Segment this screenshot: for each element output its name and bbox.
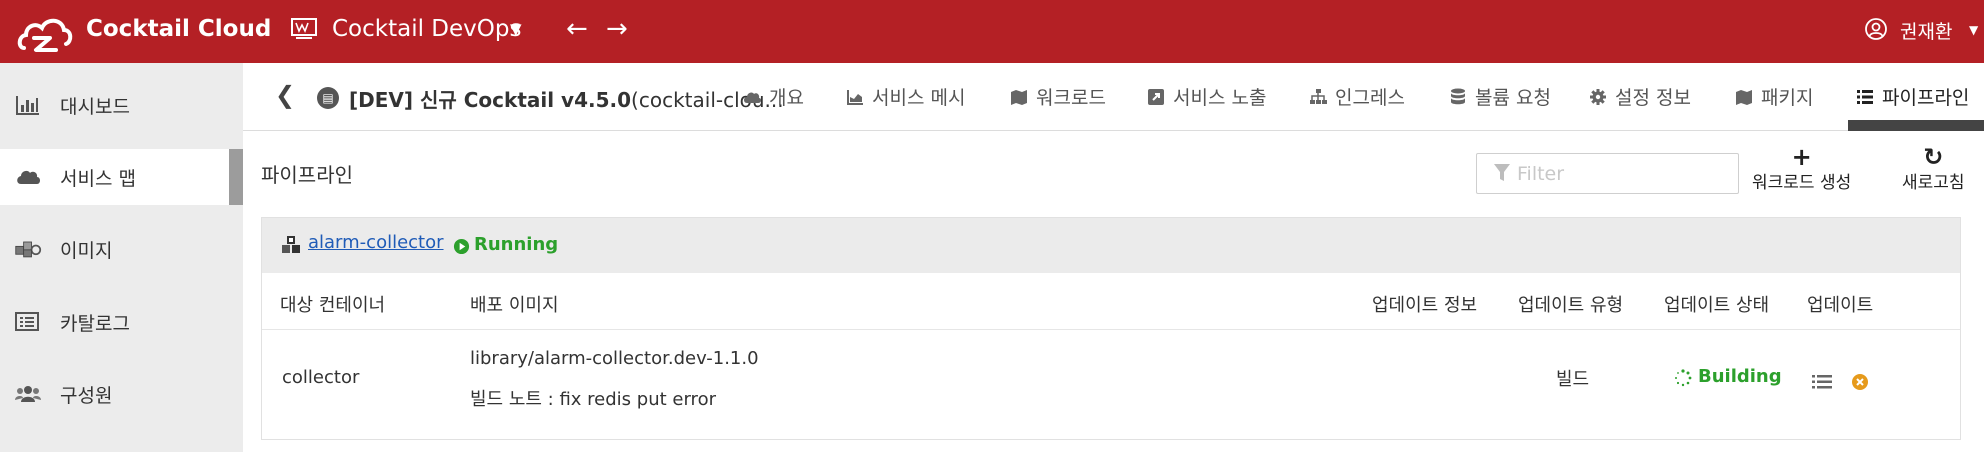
filter-input[interactable] [1517,160,1727,188]
tab-label: 볼륨 요청 [1475,87,1551,109]
top-bar: Cocktail Cloud Cocktail DevOps ▼ ← → 권재환… [0,0,1984,63]
sitemap-icon [1310,89,1327,104]
tab-label: 개요 [769,87,804,109]
tab-label: 패키지 [1761,87,1814,109]
sidebar-item-catalog[interactable]: 카탈로그 [0,294,243,350]
bar-chart-icon [16,96,39,115]
tab-ingress[interactable]: 인그레스 [1309,83,1405,131]
update-type: 빌드 [1556,369,1590,390]
build-note: 빌드 노트 : fix redis put error [470,389,716,410]
tab-label: 파이프라인 [1882,87,1970,109]
column-header-container: 대상 컨테이너 [280,295,386,316]
tab-volume-request[interactable]: 볼륨 요청 [1449,83,1551,131]
chevron-left-icon[interactable]: ❮ [275,81,295,109]
spinner-icon [1675,369,1692,387]
tab-overview[interactable]: 개요 [743,83,804,131]
tab-service-mesh[interactable]: 서비스 메시 [846,83,965,131]
running-status: Running [474,234,559,255]
column-header-update-type: 업데이트 유형 [1518,295,1624,316]
deploy-image: library/alarm-collector.dev-1.1.0 [470,348,759,369]
tab-workload[interactable]: 워크로드 [1010,83,1106,131]
caret-down-icon[interactable]: ▼ [510,20,522,38]
project-icon: ▤ [317,87,339,109]
tab-label: 설정 정보 [1615,87,1691,109]
refresh-label: 새로고침 [1902,173,1965,193]
column-header-image: 배포 이미지 [470,295,559,316]
refresh-icon: ↻ [1923,143,1944,171]
filter-box[interactable] [1476,153,1739,194]
refresh-button[interactable]: ↻ 새로고침 [1902,143,1965,193]
sidebar-item-service-map[interactable]: 서비스 맵 [0,149,243,205]
tab-label: 인그레스 [1335,87,1405,109]
project-name: [DEV] 신규 Cocktail v4.5.0 [349,88,632,112]
play-circle-icon [453,238,470,255]
user-name[interactable]: 권재환 [1900,17,1952,44]
create-workload-button[interactable]: + 워크로드 생성 [1752,143,1852,193]
sidebar-item-label: 구성원 [60,385,113,407]
chart-area-icon [847,90,863,105]
map-icon [1011,90,1027,105]
gear-icon [1590,89,1606,105]
tab-label: 서비스 메시 [872,87,966,109]
external-link-icon [1148,89,1164,105]
create-workload-label: 워크로드 생성 [1752,173,1852,193]
sidebar-item-members[interactable]: 구성원 [0,366,243,422]
app-name-link[interactable]: alarm-collector [308,232,444,253]
workspace-icon [291,18,317,39]
pipeline-header: alarm-collector Running [262,218,1960,273]
filter-icon [1494,164,1510,181]
active-tab-indicator [1848,120,1984,131]
sidebar-item-label: 대시보드 [60,96,130,118]
cubes-icon [15,241,42,258]
tab-settings[interactable]: 설정 정보 [1589,83,1691,131]
workspace-selector[interactable]: Cocktail DevOps [332,16,521,42]
arrow-right-icon[interactable]: → [606,14,628,44]
tab-label: 서비스 노출 [1173,87,1267,109]
column-header-update: 업데이트 [1807,295,1874,316]
sidebar-item-dashboard[interactable]: 대시보드 [0,77,243,133]
building-status: Building [1698,366,1782,387]
tab-label: 워크로드 [1036,87,1106,109]
database-icon [1451,88,1465,105]
arrow-left-icon[interactable]: ← [566,14,588,44]
cancel-icon[interactable] [1851,373,1869,391]
cloud-icon [744,92,761,103]
page-title: 파이프라인 [261,163,353,187]
user-circle-icon[interactable] [1864,17,1888,41]
sidebar-item-label: 이미지 [60,240,113,262]
cubes-icon [282,236,300,253]
plus-icon: + [1791,143,1812,171]
sidebar-item-label: 서비스 맵 [60,168,136,190]
cocktail-logo-icon[interactable] [16,8,74,56]
app-title[interactable]: Cocktail Cloud [86,16,271,42]
divider [262,329,1960,330]
list-icon [1857,90,1873,104]
map-icon [1736,90,1752,105]
pipeline-panel: alarm-collector Running 대상 컨테이너 배포 이미지 업… [261,217,1961,440]
container-name: collector [282,367,360,388]
users-icon [15,386,41,402]
sidebar: 대시보드 서비스 맵 이미지 카탈로그 구성원 [0,63,243,452]
tab-package[interactable]: 패키지 [1735,83,1813,131]
caret-down-icon[interactable]: ▼ [1969,23,1978,37]
list-icon[interactable] [1812,374,1832,390]
sub-navigation: ❮ ▤ [DEV] 신규 Cocktail v4.5.0(cocktail-cl… [243,63,1984,131]
sidebar-item-images[interactable]: 이미지 [0,221,243,277]
column-header-update-status: 업데이트 상태 [1664,295,1770,316]
cloud-icon [17,170,40,184]
project-title[interactable]: [DEV] 신규 Cocktail v4.5.0(cocktail-clou..… [349,84,784,113]
sidebar-item-label: 카탈로그 [60,313,130,335]
tab-service-expose[interactable]: 서비스 노출 [1147,83,1266,131]
column-header-update-info: 업데이트 정보 [1372,295,1478,316]
list-alt-icon [15,312,39,331]
